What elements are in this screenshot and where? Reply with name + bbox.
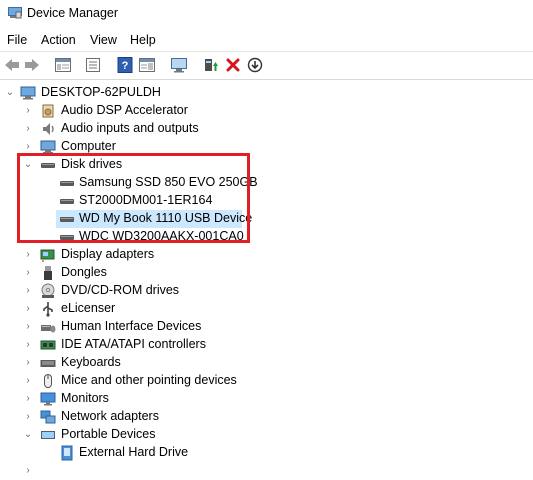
- tree-category-portable-devices[interactable]: ⌄ Portable Devices: [0, 426, 533, 444]
- expand-chevron-icon[interactable]: ›: [23, 303, 33, 315]
- update-driver-icon[interactable]: [202, 57, 220, 73]
- tree-category-dvd-cdrom-drives[interactable]: › DVD/CD-ROM drives: [0, 282, 533, 300]
- menu-bar: File Action View Help: [0, 31, 533, 51]
- tree-category-dongles[interactable]: › Dongles: [0, 264, 533, 282]
- expand-chevron-icon[interactable]: ›: [23, 411, 33, 423]
- expand-chevron-icon[interactable]: ›: [23, 105, 33, 117]
- tree-category-keyboards[interactable]: › Keyboards: [0, 354, 533, 372]
- menu-help[interactable]: Help: [130, 33, 156, 47]
- audio-dsp-icon: [42, 104, 54, 118]
- portable-device-icon: [41, 431, 55, 439]
- scan-hardware-icon[interactable]: [170, 57, 188, 73]
- dongle-icon: [44, 266, 52, 280]
- tree-category-label: Computer: [61, 139, 116, 153]
- computer-icon: [20, 86, 36, 100]
- tree-device-label: External Hard Drive: [79, 445, 189, 459]
- tree-category-label: Portable Devices: [61, 427, 156, 441]
- expand-chevron-icon[interactable]: ›: [23, 123, 33, 135]
- help-icon[interactable]: ?: [116, 57, 134, 73]
- tree-category-label: Monitors: [61, 391, 109, 405]
- expand-chevron-icon[interactable]: ›: [23, 375, 33, 387]
- menu-view[interactable]: View: [90, 33, 117, 47]
- expand-chevron-icon[interactable]: ›: [23, 249, 33, 261]
- tree-category-label: DVD/CD-ROM drives: [61, 283, 180, 297]
- expand-chevron-icon[interactable]: ›: [23, 141, 33, 153]
- expand-chevron-icon[interactable]: ›: [23, 267, 33, 279]
- toolbar: ?: [0, 51, 533, 80]
- tree-category-label: Audio DSP Accelerator: [61, 103, 188, 117]
- display-adapter-icon: [40, 249, 55, 262]
- usb-icon: [43, 302, 53, 317]
- tree-category-network-adapters[interactable]: › Network adapters: [0, 408, 533, 426]
- tree-device-external-hard-drive[interactable]: External Hard Drive: [0, 444, 533, 462]
- collapse-chevron-icon[interactable]: ⌄: [5, 87, 15, 99]
- menu-file[interactable]: File: [7, 33, 27, 47]
- title-bar: Device Manager: [0, 0, 533, 28]
- svg-text:?: ?: [122, 60, 129, 72]
- expand-chevron-icon[interactable]: ›: [23, 285, 33, 297]
- portable-device-icon: [61, 445, 73, 461]
- back-icon[interactable]: [3, 57, 21, 73]
- tree-category-label: Dongles: [61, 265, 107, 279]
- tree-root-label: DESKTOP-62PULDH: [41, 85, 161, 99]
- speaker-icon: [43, 123, 54, 135]
- network-adapter-icon: [40, 410, 56, 424]
- annotation-highlight-box: [17, 153, 250, 243]
- tree-category-label: Keyboards: [61, 355, 121, 369]
- dvd-drive-icon: [41, 283, 55, 298]
- menu-action[interactable]: Action: [41, 33, 76, 47]
- monitor-icon: [40, 392, 56, 406]
- expand-chevron-icon[interactable]: ›: [23, 393, 33, 405]
- hid-icon: [41, 325, 56, 333]
- tree-category-label: Network adapters: [61, 409, 159, 423]
- tree-category-ide-ata-atapi[interactable]: › IDE ATA/ATAPI controllers: [0, 336, 533, 354]
- mouse-icon: [44, 374, 52, 388]
- tree-category-display-adapters[interactable]: › Display adapters: [0, 246, 533, 264]
- properties-icon[interactable]: [84, 57, 102, 73]
- expand-chevron-icon[interactable]: ›: [23, 321, 33, 333]
- tree-category-label: Mice and other pointing devices: [61, 373, 237, 387]
- expand-chevron-icon[interactable]: ›: [23, 339, 33, 351]
- device-manager-icon: [8, 7, 22, 19]
- tree-category-audio-inputs-outputs[interactable]: › Audio inputs and outputs: [0, 120, 533, 138]
- window-title: Device Manager: [27, 6, 119, 20]
- tree-category-label: Human Interface Devices: [61, 319, 202, 333]
- tree-category-monitors[interactable]: › Monitors: [0, 390, 533, 408]
- uninstall-device-icon[interactable]: [224, 57, 242, 73]
- disable-device-icon[interactable]: [246, 57, 264, 73]
- tree-category-label: eLicenser: [61, 301, 116, 315]
- show-hide-console-tree-icon[interactable]: [54, 57, 72, 73]
- keyboard-icon: [40, 360, 56, 367]
- tree-category-label: IDE ATA/ATAPI controllers: [61, 337, 206, 351]
- forward-icon[interactable]: [23, 57, 41, 73]
- expand-chevron-icon[interactable]: ›: [23, 357, 33, 369]
- tree-category-mice[interactable]: › Mice and other pointing devices: [0, 372, 533, 390]
- ide-controller-icon: [40, 340, 56, 350]
- tree-root[interactable]: ⌄ DESKTOP-62PULDH: [0, 84, 533, 102]
- tree-category-audio-dsp-accelerator[interactable]: › Audio DSP Accelerator: [0, 102, 533, 120]
- tree-category-elicenser[interactable]: › eLicenser: [0, 300, 533, 318]
- action-pane-icon[interactable]: [138, 57, 156, 73]
- tree-next-category-partial[interactable]: ›: [0, 462, 533, 480]
- collapse-chevron-icon[interactable]: ⌄: [23, 429, 33, 441]
- expand-chevron-icon[interactable]: ›: [23, 465, 33, 477]
- tree-category-human-interface-devices[interactable]: › Human Interface Devices: [0, 318, 533, 336]
- tree-category-label: Audio inputs and outputs: [61, 121, 199, 135]
- tree-category-label: Display adapters: [61, 247, 155, 261]
